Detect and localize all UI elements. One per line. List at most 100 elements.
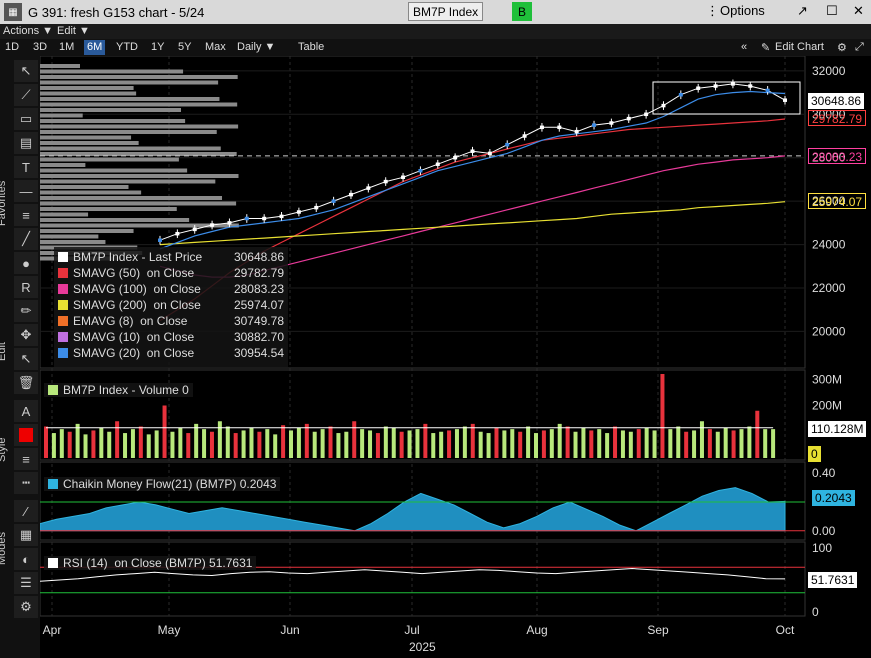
line-tool-icon[interactable]: ⟋ xyxy=(14,84,38,106)
volume-bar xyxy=(225,426,230,458)
sma200-price-label: 25974.07 xyxy=(808,193,867,209)
volume-profile-bar xyxy=(40,130,217,134)
trash-icon[interactable]: 🗑 xyxy=(14,372,38,394)
volume-bar xyxy=(423,423,428,458)
range-5y[interactable]: 5Y xyxy=(175,40,194,55)
style-label: Style xyxy=(0,437,8,462)
candle-body xyxy=(366,186,371,190)
circle-tool-icon[interactable]: ● xyxy=(14,252,38,274)
cmf-swatch xyxy=(48,479,58,489)
legend-row-sma100: SMAVG (100) on Close 28083.23 xyxy=(58,281,284,297)
volume-profile-bar xyxy=(40,174,239,178)
candle-body xyxy=(505,142,510,147)
volume-profile-bar xyxy=(40,240,106,244)
channel-tool-icon[interactable]: ≡ xyxy=(14,204,38,226)
range-1m[interactable]: 1M xyxy=(56,40,77,55)
rectangle-tool-icon[interactable]: ▭ xyxy=(14,108,38,130)
edit-menu[interactable]: Edit ▼ xyxy=(57,25,90,37)
volume-bar xyxy=(684,431,689,458)
volume-bar xyxy=(636,429,641,458)
popout-icon[interactable]: ↗ xyxy=(797,3,808,19)
range-6m[interactable]: 6M xyxy=(84,40,106,55)
table-button[interactable]: Table xyxy=(295,40,327,55)
volume-bar xyxy=(265,429,270,458)
volume-tick-label: 300M xyxy=(812,372,842,386)
security-type-badge[interactable]: B xyxy=(512,2,532,21)
candle-body xyxy=(227,221,232,225)
volume-profile-bar xyxy=(40,185,129,189)
gear-icon[interactable]: ⚙ xyxy=(834,40,850,55)
pattern-icon[interactable]: ▦ xyxy=(14,524,38,546)
edit-chart-button[interactable]: Edit Chart xyxy=(772,40,827,55)
draw-tool-icon[interactable]: ✏ xyxy=(14,300,38,322)
x-axis-year: 2025 xyxy=(409,640,436,654)
volume-profile-bar xyxy=(40,124,239,129)
volume-profile-bar xyxy=(40,102,238,107)
range-3d[interactable]: 3D xyxy=(30,40,50,55)
x-tick-label: Jun xyxy=(280,623,299,637)
volume-bar xyxy=(549,429,554,458)
color-icon[interactable] xyxy=(14,424,38,446)
volume-bar xyxy=(557,423,562,458)
move-tool-icon[interactable]: ✥ xyxy=(14,324,38,346)
volume-bar xyxy=(186,433,191,458)
legend-label: SMAVG (10) on Close xyxy=(73,330,195,344)
favorites-label: Favorites xyxy=(0,180,8,226)
volume-bar xyxy=(431,433,436,458)
range-1d[interactable]: 1D xyxy=(2,40,22,55)
options-button[interactable]: Options xyxy=(720,3,765,18)
range-1y[interactable]: 1Y xyxy=(148,40,167,55)
sma50-price-label: 29782.79 xyxy=(808,110,867,126)
actions-menu[interactable]: Actions ▼ xyxy=(3,25,53,37)
menu-bar: Actions ▼ Edit ▼ xyxy=(0,24,871,39)
volume-bar xyxy=(312,431,317,458)
legend-label: SMAVG (50) on Close xyxy=(73,266,195,280)
legend-swatch xyxy=(58,252,68,262)
rsi-value-label: 51.7631 xyxy=(808,572,858,588)
volume-bar xyxy=(526,426,531,458)
eraser-icon[interactable]: ⁄ xyxy=(14,500,38,522)
settings-mode-icon[interactable]: ☰ xyxy=(14,572,38,594)
candle-body xyxy=(279,214,284,219)
legend-row-sma50: SMAVG (50) on Close 29782.79 xyxy=(58,265,284,281)
volume-bar xyxy=(241,430,246,458)
volume-bar xyxy=(67,431,72,458)
gear-mode-icon[interactable]: ⚙ xyxy=(14,596,38,618)
close-button[interactable]: ✕ xyxy=(853,3,864,19)
volume-profile-bar xyxy=(40,119,186,123)
legend-value: 30749.78 xyxy=(233,314,284,328)
legend-swatch xyxy=(58,348,68,358)
volume-bar xyxy=(44,426,48,458)
volume-bar xyxy=(534,433,538,458)
legend-label: BM7P Index - Last Price xyxy=(73,250,203,264)
line-weight-icon[interactable]: ≡ xyxy=(14,448,38,470)
expand-icon[interactable]: ⤢ xyxy=(852,40,867,55)
range-ytd[interactable]: YTD xyxy=(113,40,141,55)
hline-tool-icon[interactable]: — xyxy=(14,180,38,202)
line-style-icon[interactable]: ┅ xyxy=(14,472,38,494)
candle-body xyxy=(244,216,249,221)
pointer-tool-icon[interactable]: ↖ xyxy=(14,60,38,82)
collapse-icon[interactable]: « xyxy=(738,40,750,55)
r-tool-icon[interactable]: R xyxy=(14,276,38,298)
volume-bar xyxy=(209,431,214,458)
select-tool-icon[interactable]: ↖ xyxy=(14,348,38,370)
maximize-button[interactable]: ☐ xyxy=(826,3,838,19)
gallery-tool-icon[interactable]: ▤ xyxy=(14,132,38,154)
volume-profile-bar xyxy=(40,86,134,90)
cmf-tick-label: 0.00 xyxy=(812,524,836,538)
volume-bar xyxy=(107,431,112,458)
crosshair-mode-icon[interactable]: ◐ xyxy=(14,548,38,570)
text-tool-icon[interactable]: T xyxy=(14,156,38,178)
period-select[interactable]: Daily ▼ xyxy=(234,40,278,55)
font-icon[interactable]: A xyxy=(14,400,38,422)
volume-bar xyxy=(51,433,56,458)
options-menu-icon[interactable]: ⋮ xyxy=(706,3,719,19)
range-max[interactable]: Max xyxy=(202,40,229,55)
volume-bar xyxy=(123,433,128,458)
ticker-input[interactable]: BM7P Index xyxy=(408,2,484,21)
trend-tool-icon[interactable]: ╱ xyxy=(14,228,38,250)
volume-profile-bar xyxy=(40,80,219,85)
y-tick-label: 32000 xyxy=(812,64,846,78)
volume-bar xyxy=(771,429,776,458)
